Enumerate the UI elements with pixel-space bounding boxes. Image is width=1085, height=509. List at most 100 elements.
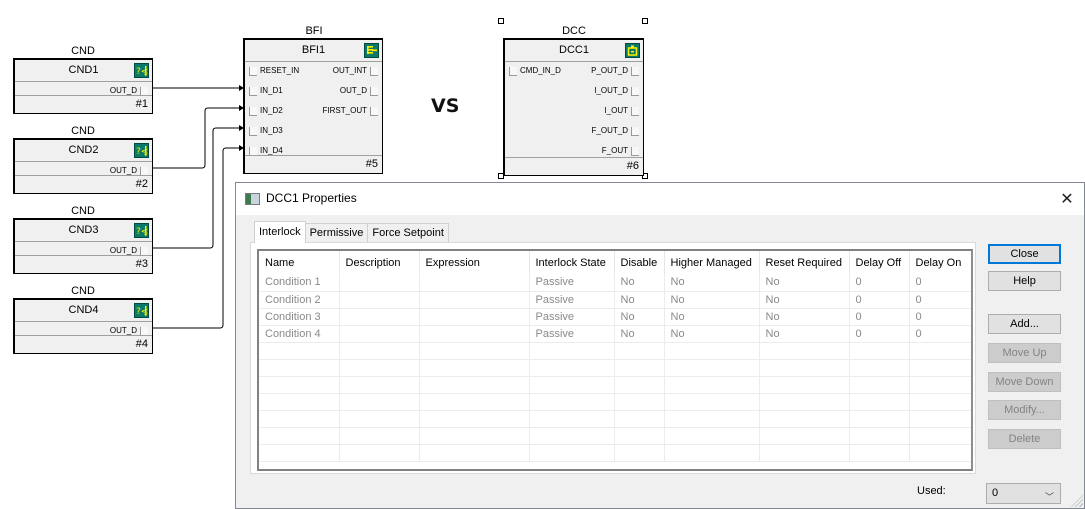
cell-description (339, 274, 420, 292)
table-header-row: Name Description Expression Interlock St… (259, 251, 971, 274)
empty-cell (259, 376, 340, 394)
cell-disable: No (614, 291, 665, 309)
block-type-label: BFI (305, 25, 323, 37)
empty-cell (664, 444, 760, 462)
block-header: CND3 ?< (15, 220, 152, 242)
empty-cell (849, 444, 910, 462)
cell-name: Condition 1 (259, 274, 340, 292)
cell-delay-on: 0 (909, 274, 971, 292)
table-row[interactable]: Condition 1 Passive No No No 0 0 (259, 274, 971, 292)
empty-cell (664, 359, 760, 377)
modify-button[interactable]: Modify... (988, 400, 1061, 420)
cell-description (339, 291, 420, 309)
empty-cell (664, 393, 760, 411)
output-pin-f-out-d[interactable]: F_OUT_D (592, 126, 639, 136)
pin-box (370, 66, 378, 76)
move-up-button[interactable]: Move Up (988, 343, 1061, 363)
cell-higher-managed: No (664, 308, 760, 326)
output-pin-first-out[interactable]: FIRST_OUT (323, 106, 378, 116)
condition-icon: ?< (134, 143, 149, 158)
tab-interlock[interactable]: Interlock (254, 221, 306, 243)
condition-icon: ?< (134, 63, 149, 78)
empty-table-row (259, 393, 971, 411)
cell-interlock-state: Passive (529, 274, 615, 292)
block-header: BFI1 (245, 40, 382, 62)
cnd-block[interactable]: CND3 ?< OUT_D #3 (13, 218, 153, 274)
cnd-block[interactable]: CND4 ?< OUT_D #4 (13, 298, 153, 354)
output-pin-i-out-d[interactable]: I_OUT_D (594, 86, 639, 96)
close-icon[interactable]: ✕ (1050, 183, 1084, 215)
cnd-block[interactable]: CND2 ?< OUT_D #2 (13, 138, 153, 194)
empty-cell (614, 376, 665, 394)
dialog-title-bar[interactable]: DCC1 Properties ✕ (236, 183, 1084, 215)
pin-label: FIRST_OUT (322, 106, 367, 115)
cell-reset-required: No (759, 274, 850, 292)
input-pin-reset-in[interactable]: RESET_IN (249, 66, 299, 76)
input-pin-cmd-in-d[interactable]: CMD_IN_D (509, 66, 561, 76)
chevron-down-icon: ﹀ (1044, 492, 1054, 502)
empty-cell (259, 393, 340, 411)
dcc-block[interactable]: DCC1 CMD_IN_D P_OUT_D I_OUT_D I_OUT F_OU… (503, 38, 644, 176)
help-button[interactable]: Help (988, 271, 1061, 291)
column-header-reset-required[interactable]: Reset Required (759, 251, 850, 274)
close-button[interactable]: Close (988, 244, 1061, 264)
output-pin-i-out[interactable]: I_OUT (604, 106, 639, 116)
block-type-label: DCC (562, 25, 586, 37)
output-pin-p-out-d[interactable]: P_OUT_D (591, 66, 639, 76)
table-row[interactable]: Condition 3 Passive No No No 0 0 (259, 308, 971, 326)
tab-force-setpoint[interactable]: Force Setpoint (367, 223, 449, 243)
empty-cell (759, 342, 850, 360)
move-down-button[interactable]: Move Down (988, 372, 1061, 392)
input-pin-in-d2[interactable]: IN_D2 (249, 106, 283, 116)
device-control-icon (625, 43, 640, 58)
column-header-delay-on[interactable]: Delay On (909, 251, 971, 274)
column-header-expression[interactable]: Expression (419, 251, 530, 274)
empty-cell (614, 427, 665, 445)
table-row[interactable]: Condition 2 Passive No No No 0 0 (259, 291, 971, 309)
column-header-name[interactable]: Name (259, 251, 340, 274)
selection-handle-top-right[interactable] (642, 18, 648, 24)
empty-cell (849, 410, 910, 428)
pin-label: RESET_IN (260, 66, 300, 75)
condition-icon: ?< (134, 303, 149, 318)
input-pin-in-d1[interactable]: IN_D1 (249, 86, 283, 96)
pin-box (631, 126, 639, 136)
bfi-block[interactable]: BFI1 RESET_IN IN_D1 IN_D2 IN_D3 IN_D4 OU… (243, 38, 383, 174)
used-value: 0 (992, 487, 999, 499)
cnd-block[interactable]: CND1 ?< OUT_D #1 (13, 58, 153, 114)
output-pin-out-int[interactable]: OUT_INT (333, 66, 378, 76)
empty-cell (759, 444, 850, 462)
pin-label: IN_D3 (260, 126, 283, 135)
used-dropdown[interactable]: 0 ﹀ (986, 483, 1061, 504)
empty-cell (849, 376, 910, 394)
column-header-interlock-state[interactable]: Interlock State (529, 251, 615, 274)
table-row[interactable]: Condition 4 Passive No No No 0 0 (259, 325, 971, 343)
empty-cell (909, 359, 971, 377)
block-number: #5 (245, 155, 382, 173)
cell-delay-off: 0 (849, 325, 910, 343)
column-header-disable[interactable]: Disable (614, 251, 665, 274)
column-header-delay-off[interactable]: Delay Off (849, 251, 910, 274)
delete-button[interactable]: Delete (988, 429, 1061, 449)
pin-label: OUT_D (339, 86, 367, 95)
column-header-description[interactable]: Description (339, 251, 420, 274)
interlock-table[interactable]: Name Description Expression Interlock St… (257, 249, 973, 471)
properties-dialog[interactable]: DCC1 Properties ✕ Interlock Permissive F… (235, 182, 1085, 509)
column-header-higher-managed[interactable]: Higher Managed (664, 251, 760, 274)
empty-cell (339, 393, 420, 411)
cell-expression (419, 308, 530, 326)
input-pin-in-d3[interactable]: IN_D3 (249, 126, 283, 136)
empty-cell (259, 427, 340, 445)
output-pin-out-d[interactable]: OUT_D (340, 86, 378, 96)
selection-handle-top-left[interactable] (498, 18, 504, 24)
tab-permissive[interactable]: Permissive (304, 223, 369, 243)
output-pin-f-out[interactable]: F_OUT (602, 146, 639, 156)
cell-description (339, 308, 420, 326)
empty-cell (614, 393, 665, 411)
empty-cell (909, 376, 971, 394)
pin-label: IN_D1 (260, 86, 283, 95)
add-button[interactable]: Add... (988, 314, 1061, 334)
empty-cell (614, 342, 665, 360)
resize-grip[interactable] (1071, 495, 1083, 507)
cell-description (339, 325, 420, 343)
